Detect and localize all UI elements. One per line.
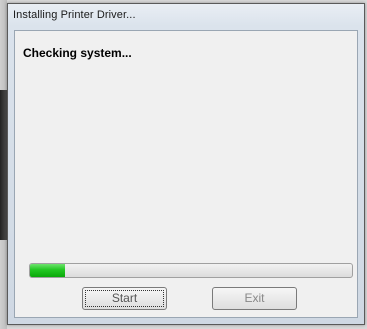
title-bar[interactable]: Installing Printer Driver... — [8, 4, 364, 28]
client-area: Checking system... Start Exit — [14, 30, 358, 318]
window-title: Installing Printer Driver... — [13, 9, 136, 21]
installer-window: Installing Printer Driver... Checking sy… — [7, 3, 365, 325]
progress-bar — [29, 263, 353, 278]
progress-fill — [30, 264, 66, 277]
exit-button[interactable]: Exit — [212, 287, 297, 310]
start-button[interactable]: Start — [82, 287, 167, 310]
status-text: Checking system... — [23, 46, 132, 60]
